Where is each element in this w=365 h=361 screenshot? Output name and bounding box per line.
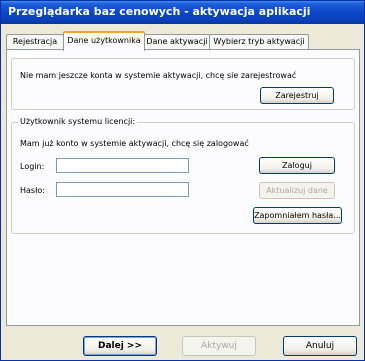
forgot-password-button-label: Zapomniałem hasła... — [254, 211, 341, 220]
update-data-button-label: Aktualizuj dane — [266, 186, 328, 195]
login-button[interactable]: Zaloguj — [259, 157, 335, 174]
password-input[interactable] — [56, 182, 189, 197]
next-button[interactable]: Dalej >> — [83, 336, 157, 356]
forgot-password-button[interactable]: Zapomniałem hasła... — [253, 207, 342, 224]
tab-rejestracja[interactable]: Rejestracja — [6, 34, 64, 49]
login-message: Mam już konto w systemie aktywacji, chcę… — [20, 139, 249, 148]
tab-dane-aktywacji[interactable]: Dane aktywacji — [144, 34, 210, 49]
update-data-button[interactable]: Aktualizuj dane — [259, 182, 335, 199]
register-message: Nie mam jeszcze konta w systemie aktywac… — [20, 71, 297, 80]
window-title: Przeglądarka baz cenowych - aktywacja ap… — [8, 5, 311, 18]
activation-window: Przeglądarka baz cenowych - aktywacja ap… — [0, 0, 365, 361]
login-label: Login: — [20, 162, 45, 171]
tab-wybierz-tryb-aktywacji[interactable]: Wybierz tryb aktywacji — [209, 34, 309, 49]
register-button-label: Zarejestruj — [275, 91, 319, 100]
next-button-label: Dalej >> — [97, 341, 143, 351]
tab-panel: Nie mam jeszcze konta w systemie aktywac… — [6, 49, 360, 326]
cancel-button[interactable]: Anuluj — [283, 336, 357, 356]
register-button[interactable]: Zarejestruj — [260, 87, 334, 104]
login-button-label: Zaloguj — [282, 161, 312, 170]
login-input[interactable] — [56, 158, 189, 173]
title-bar[interactable]: Przeglądarka baz cenowych - aktywacja ap… — [1, 1, 364, 24]
activate-button-label: Aktywuj — [201, 341, 237, 351]
tab-dane-uzytkownika[interactable]: Dane użytkownika — [63, 31, 145, 51]
activate-button[interactable]: Aktywuj — [182, 336, 256, 356]
login-group: Użytkownik systemu licencji: Mam już kon… — [11, 117, 355, 234]
cancel-button-label: Anuluj — [305, 341, 335, 351]
password-label: Hasło: — [20, 186, 45, 195]
login-group-legend: Użytkownik systemu licencji: — [18, 117, 138, 126]
register-group: Nie mam jeszcze konta w systemie aktywac… — [11, 58, 355, 110]
